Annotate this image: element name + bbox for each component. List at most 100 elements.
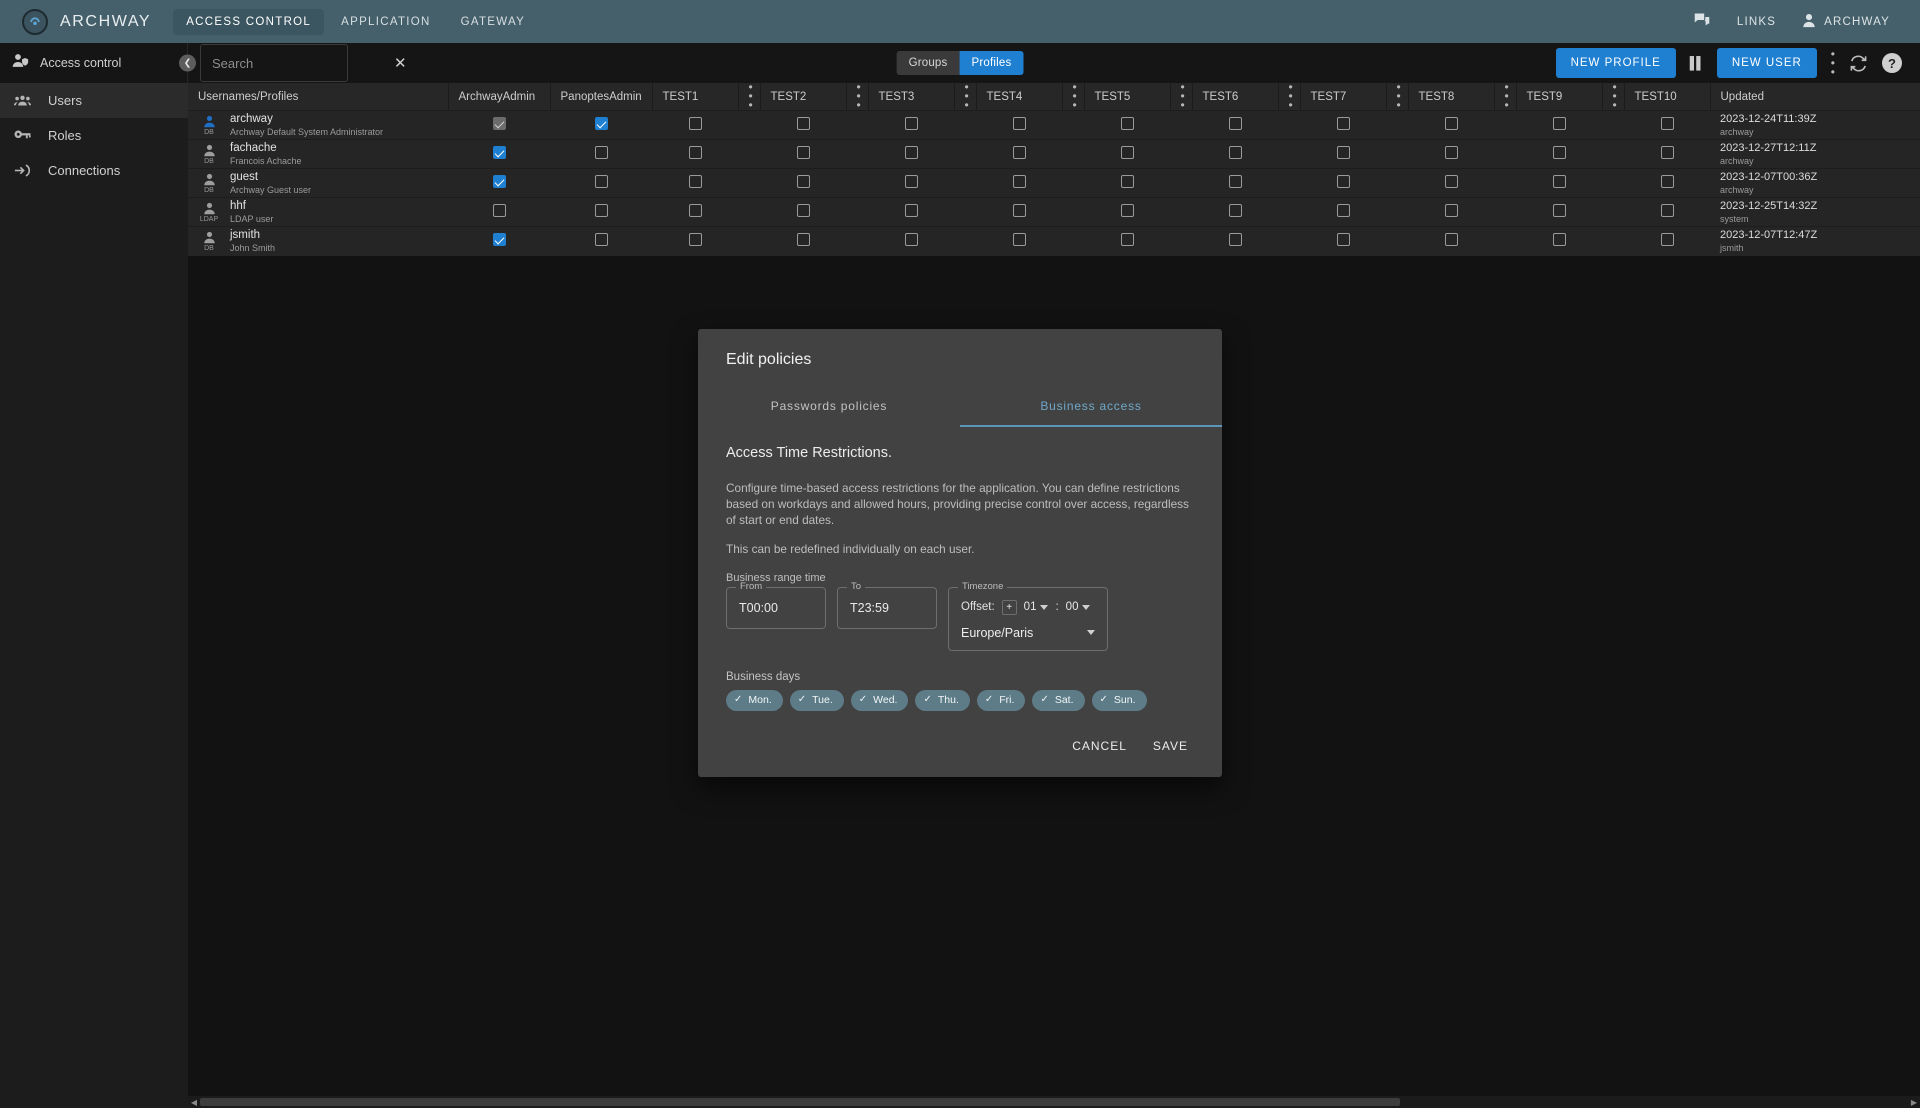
table-row[interactable]: LDAP hhf LDAP user 2023-12-25T14:32Z system: [188, 197, 1920, 227]
new-profile-button[interactable]: NEW PROFILE: [1555, 48, 1676, 78]
permission-checkbox[interactable]: [1012, 233, 1026, 247]
horizontal-scrollbar[interactable]: ◀ ▶: [188, 1096, 1920, 1108]
th-test1[interactable]: TEST1: [652, 83, 739, 111]
scrollbar-track[interactable]: [200, 1096, 1908, 1108]
permission-checkbox[interactable]: [904, 117, 918, 130]
sidebar-item-connections[interactable]: Connections: [0, 153, 188, 188]
th-test6-menu[interactable]: • • •: [1278, 81, 1301, 111]
th-test4-menu[interactable]: • • •: [1062, 81, 1085, 111]
tab-business-access[interactable]: Business access: [960, 387, 1222, 427]
offset-minutes-select[interactable]: 00: [1066, 601, 1091, 613]
cancel-button[interactable]: CANCEL: [1066, 733, 1133, 759]
permission-checkbox[interactable]: [594, 146, 608, 159]
permission-checkbox[interactable]: [1660, 175, 1674, 188]
permission-cell[interactable]: [1084, 110, 1170, 140]
permission-cell[interactable]: [652, 168, 738, 198]
th-test7[interactable]: TEST7: [1300, 83, 1387, 111]
permission-cell[interactable]: [1084, 197, 1170, 227]
topnav-application[interactable]: APPLICATION: [328, 9, 444, 35]
search-box[interactable]: ✕: [200, 44, 407, 82]
permission-cell[interactable]: [1300, 168, 1386, 198]
permission-cell[interactable]: [1624, 139, 1710, 169]
permission-checkbox[interactable]: [1228, 233, 1242, 247]
th-test3-menu[interactable]: • • •: [954, 81, 977, 111]
th-test1-menu[interactable]: • • •: [738, 81, 761, 111]
permission-checkbox[interactable]: [796, 117, 810, 130]
day-chip[interactable]: ✓ Thu.: [915, 689, 970, 711]
permission-cell[interactable]: [976, 110, 1062, 140]
offset-hours-select[interactable]: 01: [1024, 601, 1049, 613]
permission-checkbox[interactable]: [492, 175, 506, 188]
permission-cell[interactable]: [976, 197, 1062, 227]
scroll-left-icon[interactable]: ◀: [188, 1098, 200, 1107]
timezone-select[interactable]: Europe/Paris: [961, 626, 1095, 640]
th-test5[interactable]: TEST5: [1084, 83, 1171, 111]
permission-checkbox[interactable]: [1120, 146, 1134, 159]
permission-cell[interactable]: [976, 226, 1062, 256]
refresh-icon[interactable]: [1849, 54, 1868, 73]
permission-checkbox[interactable]: [688, 117, 702, 130]
permission-cell[interactable]: [1624, 226, 1710, 256]
clear-search-icon[interactable]: ✕: [394, 56, 407, 71]
day-chip[interactable]: ✓ Fri.: [976, 689, 1026, 711]
table-row[interactable]: DB archway Archway Default System Administ…: [188, 110, 1920, 140]
permission-checkbox[interactable]: [1552, 233, 1566, 247]
permission-cell[interactable]: [868, 139, 954, 169]
permission-cell[interactable]: [760, 226, 846, 256]
offset-sign-toggle[interactable]: +: [1001, 599, 1017, 615]
permission-checkbox[interactable]: [1444, 117, 1458, 130]
permission-checkbox[interactable]: [904, 146, 918, 159]
permission-cell[interactable]: [1192, 110, 1278, 140]
permission-cell[interactable]: [1516, 110, 1602, 140]
sidebar-item-roles[interactable]: Roles: [0, 118, 188, 153]
permission-checkbox[interactable]: [1012, 146, 1026, 159]
permission-checkbox[interactable]: [1660, 117, 1674, 130]
save-button[interactable]: SAVE: [1147, 733, 1194, 759]
permission-checkbox[interactable]: [492, 204, 506, 217]
permission-cell[interactable]: [1192, 139, 1278, 169]
th-test8-menu[interactable]: • • •: [1494, 81, 1517, 111]
permission-checkbox[interactable]: [1228, 117, 1242, 130]
permission-checkbox[interactable]: [594, 233, 608, 247]
permission-cell[interactable]: [1516, 226, 1602, 256]
permission-checkbox[interactable]: [688, 233, 702, 247]
permission-cell[interactable]: [1192, 197, 1278, 227]
permission-cell[interactable]: [1300, 226, 1386, 256]
permission-cell[interactable]: [1516, 139, 1602, 169]
permission-cell[interactable]: [1192, 226, 1278, 256]
th-test8[interactable]: TEST8: [1408, 83, 1495, 111]
day-chip[interactable]: ✓ Sat.: [1032, 689, 1085, 711]
from-time-field[interactable]: From T00:00: [726, 580, 826, 629]
permission-checkbox[interactable]: [1336, 233, 1350, 247]
topnav-access-control[interactable]: ACCESS CONTROL: [173, 8, 325, 35]
permission-cell[interactable]: [448, 197, 550, 227]
permission-checkbox[interactable]: [1552, 146, 1566, 159]
th-test6[interactable]: TEST6: [1192, 83, 1279, 111]
permission-checkbox[interactable]: [1228, 204, 1242, 217]
account-menu[interactable]: ARCHWAY: [1802, 13, 1890, 31]
th-test2[interactable]: TEST2: [760, 83, 847, 111]
th-test10[interactable]: TEST10: [1624, 83, 1711, 111]
permission-cell[interactable]: [1408, 226, 1494, 256]
permission-checkbox[interactable]: [796, 175, 810, 188]
pause-icon[interactable]: ▌▌: [1690, 56, 1705, 70]
permission-cell[interactable]: [760, 110, 846, 140]
permission-checkbox[interactable]: [1012, 204, 1026, 217]
permission-checkbox[interactable]: [1120, 117, 1134, 130]
permission-cell[interactable]: [1408, 197, 1494, 227]
permission-checkbox[interactable]: [492, 233, 506, 247]
permission-checkbox[interactable]: [688, 146, 702, 159]
permission-cell[interactable]: [1624, 197, 1710, 227]
permission-cell[interactable]: [550, 110, 652, 140]
th-test4[interactable]: TEST4: [976, 83, 1063, 111]
permission-cell[interactable]: [1408, 168, 1494, 198]
messages-button[interactable]: [1693, 12, 1711, 31]
help-icon[interactable]: ?: [1882, 53, 1902, 73]
permission-checkbox[interactable]: [1660, 233, 1674, 247]
permission-cell[interactable]: [1516, 168, 1602, 198]
permission-checkbox[interactable]: [796, 204, 810, 217]
to-time-field[interactable]: To T23:59: [837, 580, 937, 629]
permission-checkbox[interactable]: [1228, 175, 1242, 188]
permission-checkbox[interactable]: [594, 117, 608, 130]
th-test3[interactable]: TEST3: [868, 83, 955, 111]
